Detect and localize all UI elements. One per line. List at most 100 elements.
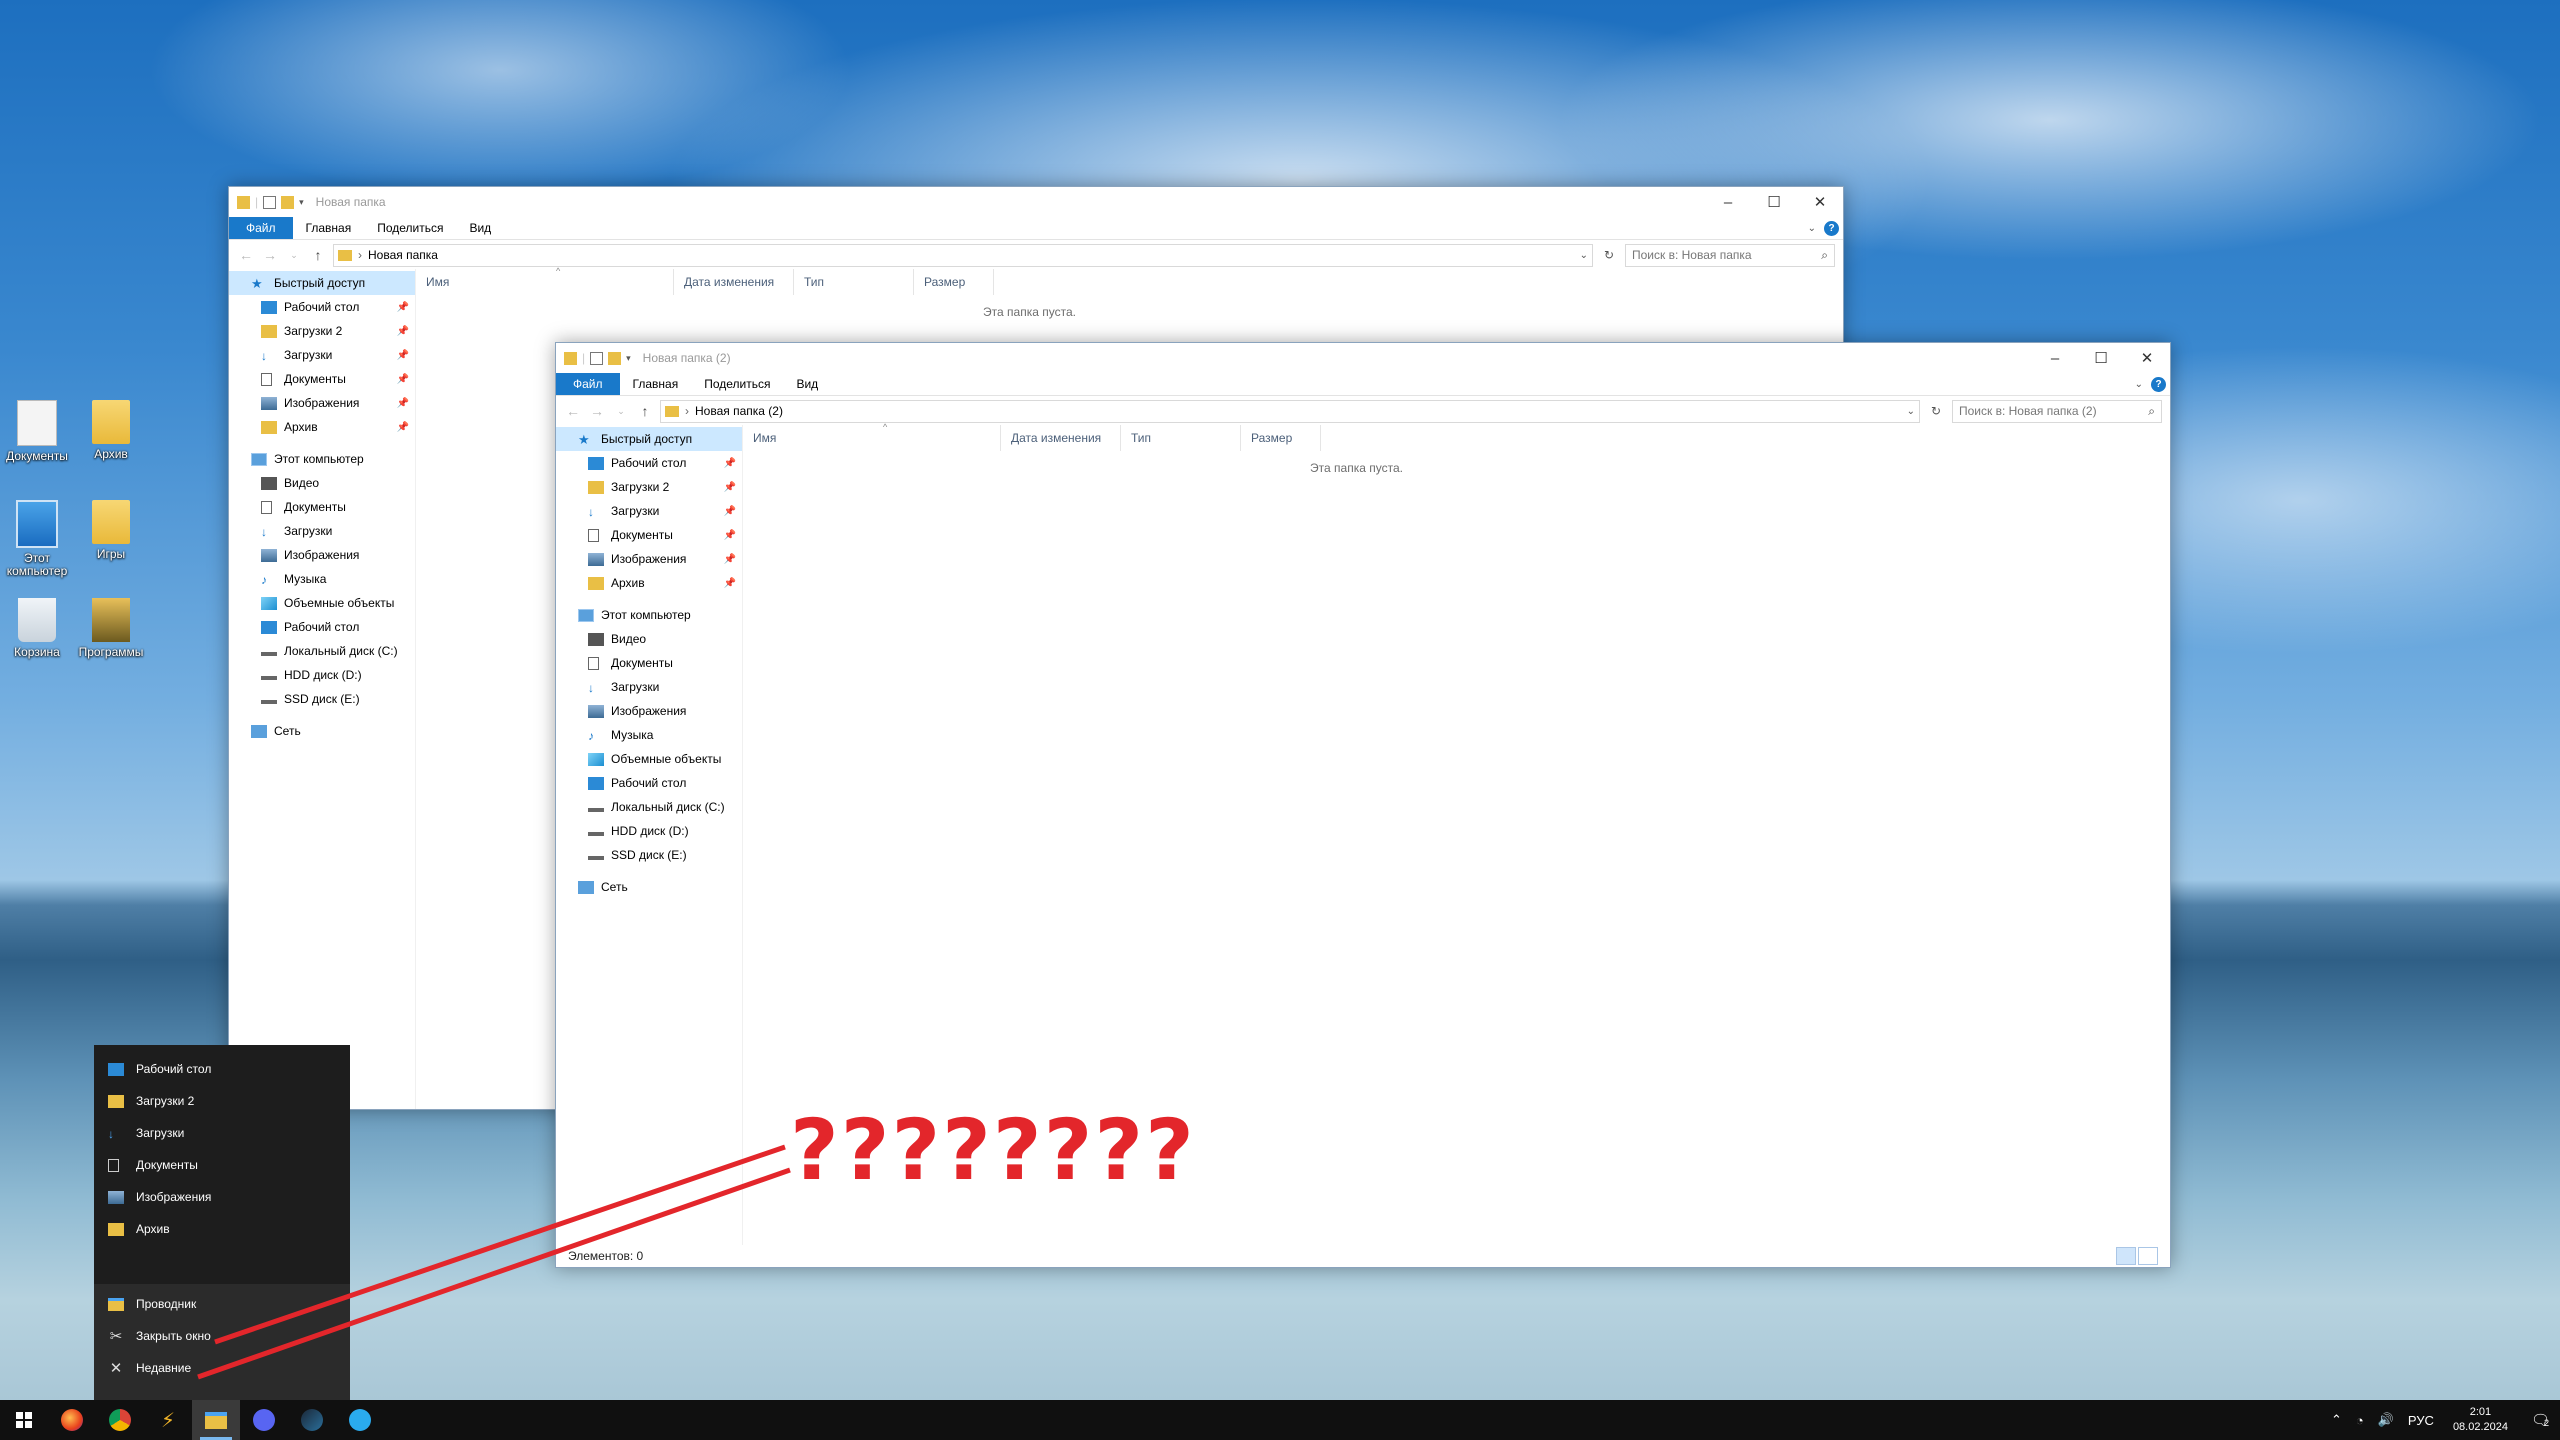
help-icon[interactable]: ?: [2151, 376, 2166, 392]
tab-view[interactable]: Вид: [456, 217, 504, 239]
volume-icon[interactable]: 🔊: [2371, 1412, 2401, 1428]
minimize-button[interactable]: –: [1705, 187, 1751, 217]
desktop-icon-programs[interactable]: Программы: [74, 598, 148, 659]
notifications-button[interactable]: 🗨 2: [2520, 1400, 2560, 1440]
maximize-button[interactable]: ☐: [2078, 343, 2124, 373]
expand-ribbon-icon[interactable]: ⌄: [2135, 379, 2143, 390]
nav-item-video[interactable]: Видео: [556, 627, 742, 651]
large-icons-view-icon[interactable]: [2138, 1247, 2158, 1265]
nav-item-pc-pictures[interactable]: Изображения: [229, 543, 415, 567]
close-button[interactable]: ✕: [2124, 343, 2170, 373]
nav-this-pc[interactable]: Этот компьютер: [556, 603, 742, 627]
nav-item-drive-d[interactable]: HDD диск (D:): [229, 663, 415, 687]
jump-item-documents[interactable]: Документы: [94, 1149, 350, 1181]
column-size[interactable]: Размер: [1241, 425, 1321, 451]
tab-view[interactable]: Вид: [783, 373, 831, 395]
jump-action-recent[interactable]: ✕ Недавние: [94, 1352, 350, 1384]
nav-item-music[interactable]: ♪ Музыка: [556, 723, 742, 747]
tab-file[interactable]: Файл: [556, 373, 620, 395]
nav-item-desktop[interactable]: Рабочий стол 📌: [556, 451, 742, 475]
recent-locations-icon[interactable]: ⌄: [285, 250, 303, 261]
forward-button[interactable]: →: [588, 403, 606, 419]
desktop-icon-documents[interactable]: Документы: [0, 400, 74, 463]
forward-button[interactable]: →: [261, 247, 279, 263]
breadcrumb-separator-icon[interactable]: ›: [685, 404, 689, 418]
jump-item-downloads[interactable]: ↓ Загрузки: [94, 1117, 350, 1149]
column-name[interactable]: Имя: [416, 269, 674, 295]
nav-network[interactable]: Сеть: [229, 719, 415, 743]
nav-this-pc[interactable]: Этот компьютер: [229, 447, 415, 471]
nav-item-pc-downloads[interactable]: ↓ Загрузки: [229, 519, 415, 543]
nav-item-drive-c[interactable]: Локальный диск (C:): [229, 639, 415, 663]
desktop-icon-recycle-bin[interactable]: Корзина: [0, 598, 74, 659]
tab-share[interactable]: Поделиться: [364, 217, 456, 239]
nav-item-music[interactable]: ♪ Музыка: [229, 567, 415, 591]
tab-share[interactable]: Поделиться: [691, 373, 783, 395]
column-size[interactable]: Размер: [914, 269, 994, 295]
search-input[interactable]: Поиск в: Новая папка ⌕: [1625, 243, 1835, 267]
properties-icon[interactable]: [263, 195, 277, 209]
title-bar[interactable]: | ▾ Новая папка (2) – ☐ ✕: [556, 343, 2170, 373]
chevron-down-icon[interactable]: ▾: [626, 353, 631, 364]
jump-action-explorer[interactable]: Проводник: [94, 1288, 350, 1320]
column-date[interactable]: Дата изменения: [674, 269, 794, 295]
nav-item-3d-objects[interactable]: Объемные объекты: [229, 591, 415, 615]
up-button[interactable]: ↑: [309, 247, 327, 263]
nav-network[interactable]: Сеть: [556, 875, 742, 899]
back-button[interactable]: ←: [564, 403, 582, 419]
taskbar-firefox[interactable]: [48, 1400, 96, 1440]
nav-item-pc-desktop[interactable]: Рабочий стол: [556, 771, 742, 795]
nav-item-drive-d[interactable]: HDD диск (D:): [556, 819, 742, 843]
up-button[interactable]: ↑: [636, 403, 654, 419]
column-type[interactable]: Тип: [1121, 425, 1241, 451]
desktop-icon-this-pc[interactable]: Этот компьютер: [0, 500, 74, 578]
nav-item-archive[interactable]: Архив 📌: [229, 415, 415, 439]
nav-item-downloads[interactable]: ↓ Загрузки 📌: [556, 499, 742, 523]
tab-home[interactable]: Главная: [620, 373, 692, 395]
help-icon[interactable]: ?: [1824, 220, 1839, 236]
clock[interactable]: 2:01 08.02.2024: [2441, 1405, 2520, 1435]
address-bar[interactable]: › Новая папка (2) ⌄: [660, 399, 1920, 423]
breadcrumb-current[interactable]: Новая папка (2): [695, 404, 783, 418]
chevron-up-icon[interactable]: ⌃: [2324, 1412, 2349, 1428]
address-bar[interactable]: › Новая папка ⌄: [333, 243, 1593, 267]
nav-item-downloads-2[interactable]: Загрузки 2 📌: [556, 475, 742, 499]
nav-item-3d-objects[interactable]: Объемные объекты: [556, 747, 742, 771]
jump-item-desktop[interactable]: Рабочий стол: [94, 1053, 350, 1085]
nav-item-pc-documents[interactable]: Документы: [556, 651, 742, 675]
jump-action-close-window[interactable]: ✂ Закрыть окно: [94, 1320, 350, 1352]
taskbar-telegram[interactable]: [336, 1400, 384, 1440]
refresh-icon[interactable]: ↻: [1599, 248, 1619, 262]
taskbar-steam[interactable]: [288, 1400, 336, 1440]
desktop-icon-archive[interactable]: Архив: [74, 400, 148, 461]
nav-item-downloads-2[interactable]: Загрузки 2 📌: [229, 319, 415, 343]
jump-item-pictures[interactable]: Изображения: [94, 1181, 350, 1213]
taskbar-chrome[interactable]: [96, 1400, 144, 1440]
nav-item-pc-downloads[interactable]: ↓ Загрузки: [556, 675, 742, 699]
nav-item-pc-desktop[interactable]: Рабочий стол: [229, 615, 415, 639]
taskbar-discord[interactable]: [240, 1400, 288, 1440]
breadcrumb-separator-icon[interactable]: ›: [358, 248, 362, 262]
breadcrumb-current[interactable]: Новая папка: [368, 248, 438, 262]
nav-item-documents[interactable]: Документы 📌: [229, 367, 415, 391]
nav-item-pictures[interactable]: Изображения 📌: [556, 547, 742, 571]
refresh-icon[interactable]: ↻: [1926, 404, 1946, 418]
nav-item-drive-c[interactable]: Локальный диск (C:): [556, 795, 742, 819]
minimize-button[interactable]: –: [2032, 343, 2078, 373]
jump-item-downloads-2[interactable]: Загрузки 2: [94, 1085, 350, 1117]
tab-home[interactable]: Главная: [293, 217, 365, 239]
desktop-icon-games[interactable]: Игры: [74, 500, 148, 561]
nav-item-pc-pictures[interactable]: Изображения: [556, 699, 742, 723]
nav-item-pictures[interactable]: Изображения 📌: [229, 391, 415, 415]
taskbar-app[interactable]: ⚡: [144, 1400, 192, 1440]
title-bar[interactable]: | ▾ Новая папка – ☐ ✕: [229, 187, 1843, 217]
nav-item-downloads[interactable]: ↓ Загрузки 📌: [229, 343, 415, 367]
chevron-down-icon[interactable]: ▾: [299, 197, 304, 208]
maximize-button[interactable]: ☐: [1751, 187, 1797, 217]
back-button[interactable]: ←: [237, 247, 255, 263]
close-button[interactable]: ✕: [1797, 187, 1843, 217]
nav-item-desktop[interactable]: Рабочий стол 📌: [229, 295, 415, 319]
nav-item-drive-e[interactable]: SSD диск (E:): [556, 843, 742, 867]
network-icon[interactable]: ◔: [2349, 1413, 2371, 1428]
tab-file[interactable]: Файл: [229, 217, 293, 239]
